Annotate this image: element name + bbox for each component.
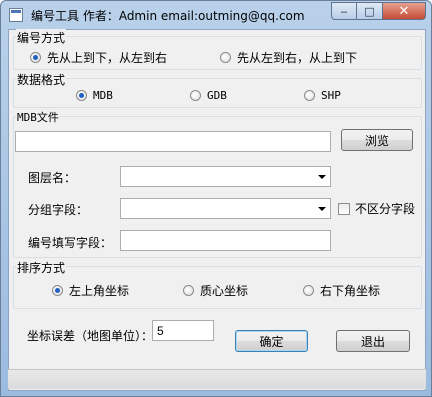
checkbox-label: 不区分字段 [355, 202, 416, 216]
data-format-legend: 数据格式 [16, 71, 67, 88]
status-bar [8, 369, 426, 389]
radio-format-shp[interactable]: SHP [304, 89, 341, 102]
mdb-path-input[interactable] [15, 131, 331, 152]
radio-indicator [76, 90, 87, 101]
number-field-label: 编号填写字段： [28, 236, 113, 250]
minimize-icon: ‒ [340, 4, 348, 18]
client-area: 编号方式 先从上到下，从左到右 先从左到右，从上到下 数据格式 MDB GDB [8, 29, 426, 391]
maximize-button[interactable]: □ [357, 2, 383, 20]
radio-indicator [30, 52, 41, 63]
radio-sort-centroid[interactable]: 质心坐标 [183, 282, 248, 299]
radio-left-to-right-first[interactable]: 先从左到右，从上到下 [220, 49, 357, 66]
checkbox-box [338, 202, 350, 215]
exit-button[interactable]: 退出 [336, 330, 410, 352]
chevron-down-icon [318, 175, 326, 179]
minimize-button[interactable]: ‒ [331, 2, 357, 20]
browse-button[interactable]: 浏览 [341, 129, 413, 151]
group-field-label: 分组字段： [28, 203, 89, 217]
radio-label: 质心坐标 [200, 284, 249, 298]
window-title: 编号工具 作者：Admin email:outming@qq.com [31, 9, 305, 23]
radio-label: GDB [207, 89, 227, 102]
radio-indicator [303, 285, 314, 296]
case-insensitive-checkbox[interactable]: 不区分字段 [338, 200, 415, 217]
sort-mode-group: 排序方式 左上角坐标 质心坐标 右下角坐标 [13, 259, 422, 309]
app-window: 编号工具 作者：Admin email:outming@qq.com ‒ □ ✕… [0, 0, 432, 397]
radio-label: 先从上到下，从左到右 [47, 51, 168, 65]
title-bar[interactable]: 编号工具 作者：Admin email:outming@qq.com ‒ □ ✕ [1, 1, 431, 29]
sort-mode-legend: 排序方式 [16, 259, 67, 276]
radio-indicator [304, 90, 315, 101]
radio-sort-top-left[interactable]: 左上角坐标 [52, 282, 129, 299]
radio-label: 右下角坐标 [320, 284, 381, 298]
tolerance-label: 坐标误差（地图单位）： [27, 329, 154, 343]
close-icon: ✕ [398, 3, 410, 19]
radio-format-mdb[interactable]: MDB [76, 89, 113, 102]
app-icon [9, 8, 23, 22]
radio-label: 左上角坐标 [69, 284, 130, 298]
numbering-mode-group: 编号方式 先从上到下，从左到右 先从左到右，从上到下 [13, 29, 422, 70]
ok-button[interactable]: 确定 [235, 330, 308, 352]
radio-top-to-bottom-first[interactable]: 先从上到下，从左到右 [30, 49, 167, 66]
mdb-file-group: MDB文件 浏览 图层名： 分组字段： 不区分字段 编号填写字段： [13, 109, 422, 258]
radio-label: SHP [321, 89, 341, 102]
radio-indicator [220, 52, 231, 63]
radio-format-gdb[interactable]: GDB [190, 89, 227, 102]
mdb-file-legend: MDB文件 [16, 109, 60, 125]
tolerance-input[interactable] [152, 320, 214, 341]
group-field-combo[interactable] [120, 198, 331, 219]
chevron-down-icon [318, 207, 326, 211]
layer-name-label: 图层名： [28, 171, 77, 185]
layer-name-combo[interactable] [120, 166, 331, 187]
radio-label: MDB [93, 89, 113, 102]
radio-sort-bottom-right[interactable]: 右下角坐标 [303, 282, 380, 299]
close-button[interactable]: ✕ [383, 2, 426, 20]
radio-indicator [52, 285, 63, 296]
maximize-icon: □ [364, 4, 375, 18]
data-format-group: 数据格式 MDB GDB SHP [13, 71, 422, 108]
radio-indicator [183, 285, 194, 296]
number-field-input[interactable] [120, 230, 331, 251]
radio-label: 先从左到右，从上到下 [237, 51, 358, 65]
radio-indicator [190, 90, 201, 101]
window-controls: ‒ □ ✕ [331, 2, 426, 20]
numbering-mode-legend: 编号方式 [16, 29, 67, 46]
